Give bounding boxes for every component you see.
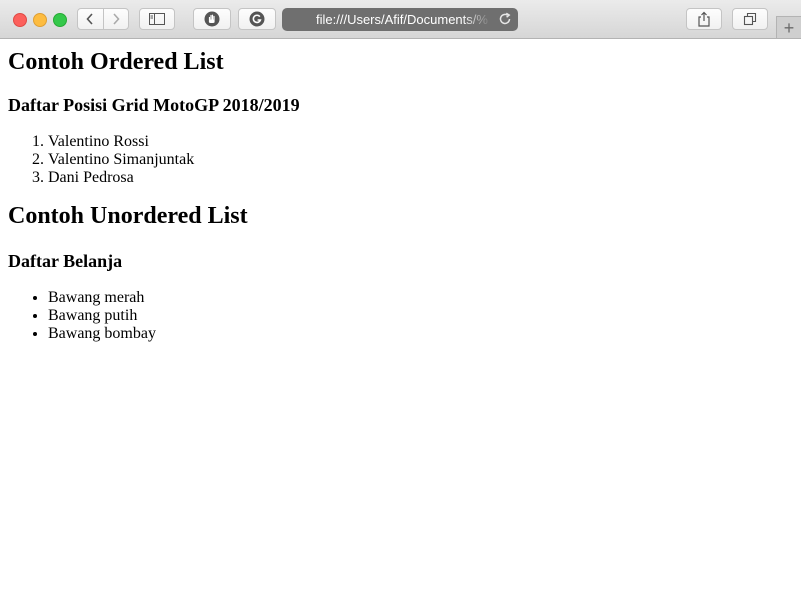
sidebar-icon	[149, 13, 165, 25]
ordered-list: Valentino Rossi Valentino Simanjuntak Da…	[8, 133, 793, 187]
browser-toolbar: file:///Users/Afif/Documents/% +	[0, 0, 801, 39]
navigation-buttons	[77, 8, 129, 30]
extension-button-2[interactable]	[238, 8, 276, 30]
list-item: Valentino Rossi	[48, 133, 793, 151]
address-bar[interactable]: file:///Users/Afif/Documents/%	[282, 8, 518, 31]
share-button[interactable]	[686, 8, 722, 30]
list-item: Dani Pedrosa	[48, 169, 793, 187]
chevron-left-icon	[86, 13, 93, 25]
page-content: Contoh Ordered List Daftar Posisi Grid M…	[8, 39, 793, 343]
list-item: Bawang putih	[48, 307, 793, 325]
list-item: Valentino Simanjuntak	[48, 151, 793, 169]
extension-button-1[interactable]	[193, 8, 231, 30]
grammarly-icon	[249, 11, 265, 27]
address-fade	[462, 8, 492, 31]
unordered-list-heading: Contoh Unordered List	[8, 203, 248, 229]
ordered-list-heading: Contoh Ordered List	[8, 49, 224, 75]
list-item: Bawang merah	[48, 289, 793, 307]
new-tab-button[interactable]: +	[776, 16, 801, 38]
tabs-overview-button[interactable]	[732, 8, 768, 30]
list-item: Bawang bombay	[48, 325, 793, 343]
reload-icon[interactable]	[498, 12, 512, 26]
tabs-overview-icon	[743, 12, 757, 26]
share-icon	[698, 11, 710, 27]
zoom-window-button[interactable]	[53, 13, 67, 27]
ordered-list-subheading: Daftar Posisi Grid MotoGP 2018/2019	[8, 95, 300, 115]
sidebar-button[interactable]	[139, 8, 175, 30]
chevron-right-icon	[113, 13, 120, 25]
forward-button[interactable]	[102, 9, 129, 29]
back-button[interactable]	[78, 9, 103, 29]
unordered-list-subheading: Daftar Belanja	[8, 251, 123, 271]
close-window-button[interactable]	[13, 13, 27, 27]
minimize-window-button[interactable]	[33, 13, 47, 27]
unordered-list: Bawang merah Bawang putih Bawang bombay	[8, 289, 793, 343]
hand-stop-icon	[204, 11, 220, 27]
